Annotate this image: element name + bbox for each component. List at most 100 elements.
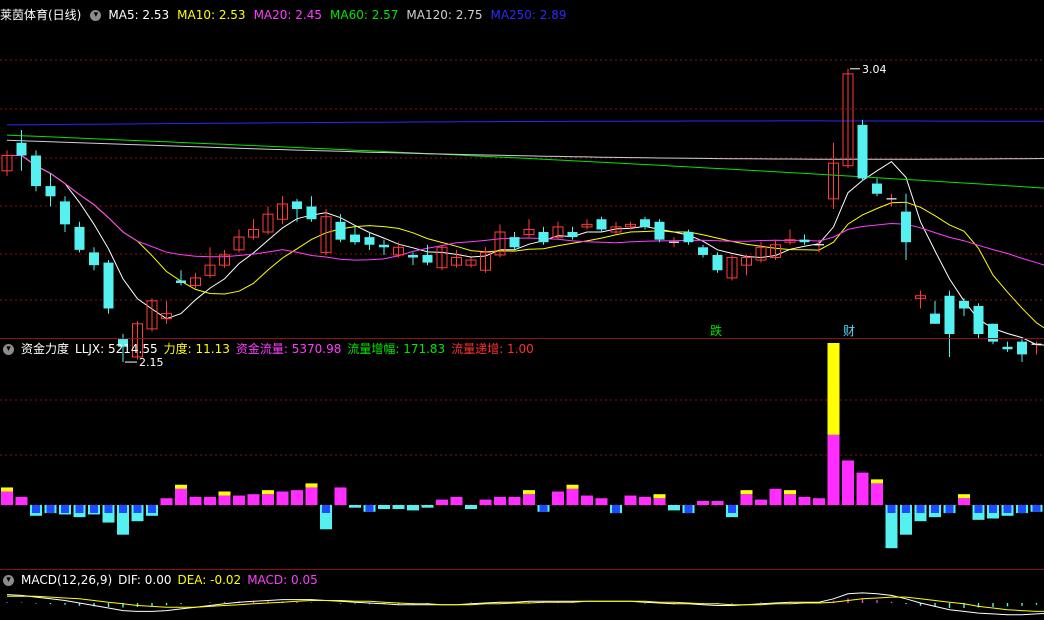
- candle[interactable]: [610, 221, 622, 235]
- candle[interactable]: [248, 219, 259, 240]
- candle[interactable]: [741, 254, 752, 276]
- candle[interactable]: [393, 242, 404, 258]
- ma250-line: [6, 120, 1044, 126]
- candle[interactable]: [698, 244, 708, 258]
- candle[interactable]: [74, 221, 85, 253]
- candlesticks[interactable]: [1, 68, 1044, 363]
- chevron-down-icon[interactable]: ▾: [3, 574, 14, 586]
- flow-bar-core: [119, 505, 127, 513]
- candle[interactable]: [335, 214, 346, 243]
- grid-lines: [0, 59, 1044, 506]
- candle[interactable]: [451, 249, 462, 268]
- candle[interactable]: [538, 226, 549, 245]
- candle[interactable]: [857, 119, 868, 181]
- flow-bar: [479, 499, 492, 505]
- candle[interactable]: [872, 178, 882, 197]
- chevron-down-icon[interactable]: ▾: [90, 9, 102, 21]
- flow-panel-header: ▾ 资金力度 LLJX: 5214.55 力度: 11.13 资金流量: 5370.…: [0, 340, 534, 358]
- candle[interactable]: [654, 219, 665, 243]
- candle[interactable]: [581, 219, 593, 230]
- candle[interactable]: [596, 216, 607, 232]
- candle-body: [538, 232, 549, 243]
- event-mark: 财: [843, 324, 855, 338]
- macd-panel-header: ▾ MACD(12,26,9) DIF: 0.00 DEA: -0.02 MACD:…: [0, 571, 318, 589]
- candle[interactable]: [712, 252, 723, 273]
- flow-bar: [624, 495, 637, 505]
- candle[interactable]: [89, 247, 99, 271]
- macd-lines: [6, 592, 1044, 616]
- candle[interactable]: [799, 234, 810, 245]
- candle[interactable]: [523, 219, 535, 238]
- candle[interactable]: [944, 290, 955, 357]
- candle[interactable]: [784, 229, 796, 245]
- flow-bar-ext: [827, 343, 840, 435]
- flow-bar: [639, 496, 651, 505]
- candle[interactable]: [842, 68, 854, 169]
- flow-bar: [827, 434, 840, 505]
- candle[interactable]: [726, 254, 738, 281]
- candle[interactable]: [146, 298, 158, 332]
- flow-bar: [494, 496, 506, 505]
- candle[interactable]: [755, 242, 767, 263]
- flow-bar: [595, 498, 608, 505]
- candle[interactable]: [350, 226, 360, 245]
- flow-bar: [784, 494, 796, 505]
- candle[interactable]: [973, 303, 984, 340]
- candle[interactable]: [364, 232, 375, 250]
- candle[interactable]: [1, 150, 13, 176]
- fund-flow-bars: [1, 343, 1043, 549]
- candle-body: [16, 142, 27, 156]
- candle[interactable]: [306, 196, 317, 222]
- flow-bar: [233, 495, 245, 505]
- candle-body: [292, 201, 302, 210]
- high-price-label: 3.04: [862, 63, 887, 76]
- candle[interactable]: [161, 300, 172, 324]
- candle-body: [799, 239, 810, 243]
- flow-bar: [798, 496, 811, 505]
- candle[interactable]: [988, 323, 998, 345]
- candle[interactable]: [959, 298, 969, 317]
- candle[interactable]: [31, 150, 41, 192]
- macd-legend-item-1: DEA: -0.02: [177, 573, 242, 587]
- candle[interactable]: [494, 224, 506, 258]
- ma120-line: [6, 139, 1044, 160]
- stock-chart[interactable]: 3.04 2.15 跌财: [0, 0, 1044, 620]
- flow-bar: [668, 505, 680, 511]
- dif-line: [6, 592, 1044, 616]
- flow-bar-core: [945, 505, 954, 513]
- dea-line: [7, 595, 1044, 612]
- candle[interactable]: [190, 272, 201, 289]
- candle[interactable]: [60, 196, 70, 232]
- candle[interactable]: [828, 142, 839, 210]
- candle[interactable]: [204, 247, 216, 278]
- flow-legend-item-4: 流量递增: 1.00: [451, 342, 534, 356]
- candle[interactable]: [45, 173, 56, 207]
- candle[interactable]: [770, 239, 781, 261]
- candle[interactable]: [233, 229, 245, 253]
- candle[interactable]: [219, 249, 230, 268]
- flow-bar-core: [46, 505, 55, 513]
- candle[interactable]: [1017, 339, 1027, 363]
- candle[interactable]: [262, 206, 274, 235]
- candle[interactable]: [436, 244, 448, 271]
- ma-legend-item-4: MA120: 2.75: [406, 8, 483, 22]
- candle[interactable]: [1002, 341, 1013, 352]
- candle[interactable]: [1031, 341, 1042, 355]
- candle[interactable]: [509, 232, 520, 250]
- candle[interactable]: [379, 239, 389, 255]
- flow-bar: [189, 496, 202, 505]
- candle[interactable]: [567, 226, 578, 240]
- candle[interactable]: [552, 221, 564, 240]
- flow-bar-ext: [218, 491, 231, 496]
- candle-body: [60, 201, 70, 225]
- candle[interactable]: [277, 196, 288, 225]
- flow-bar: [436, 499, 448, 505]
- flow-bar-ext: [175, 484, 187, 489]
- chevron-down-icon[interactable]: ▾: [3, 343, 14, 355]
- candle[interactable]: [103, 260, 114, 314]
- candle[interactable]: [669, 237, 679, 248]
- flow-bar-core: [887, 505, 896, 513]
- price-panel-header: 莱茵体育(日线) ▾ MA5: 2.53 MA10: 2.53 MA20: 2.45…: [0, 6, 567, 24]
- candle[interactable]: [930, 300, 940, 324]
- candle[interactable]: [465, 257, 477, 268]
